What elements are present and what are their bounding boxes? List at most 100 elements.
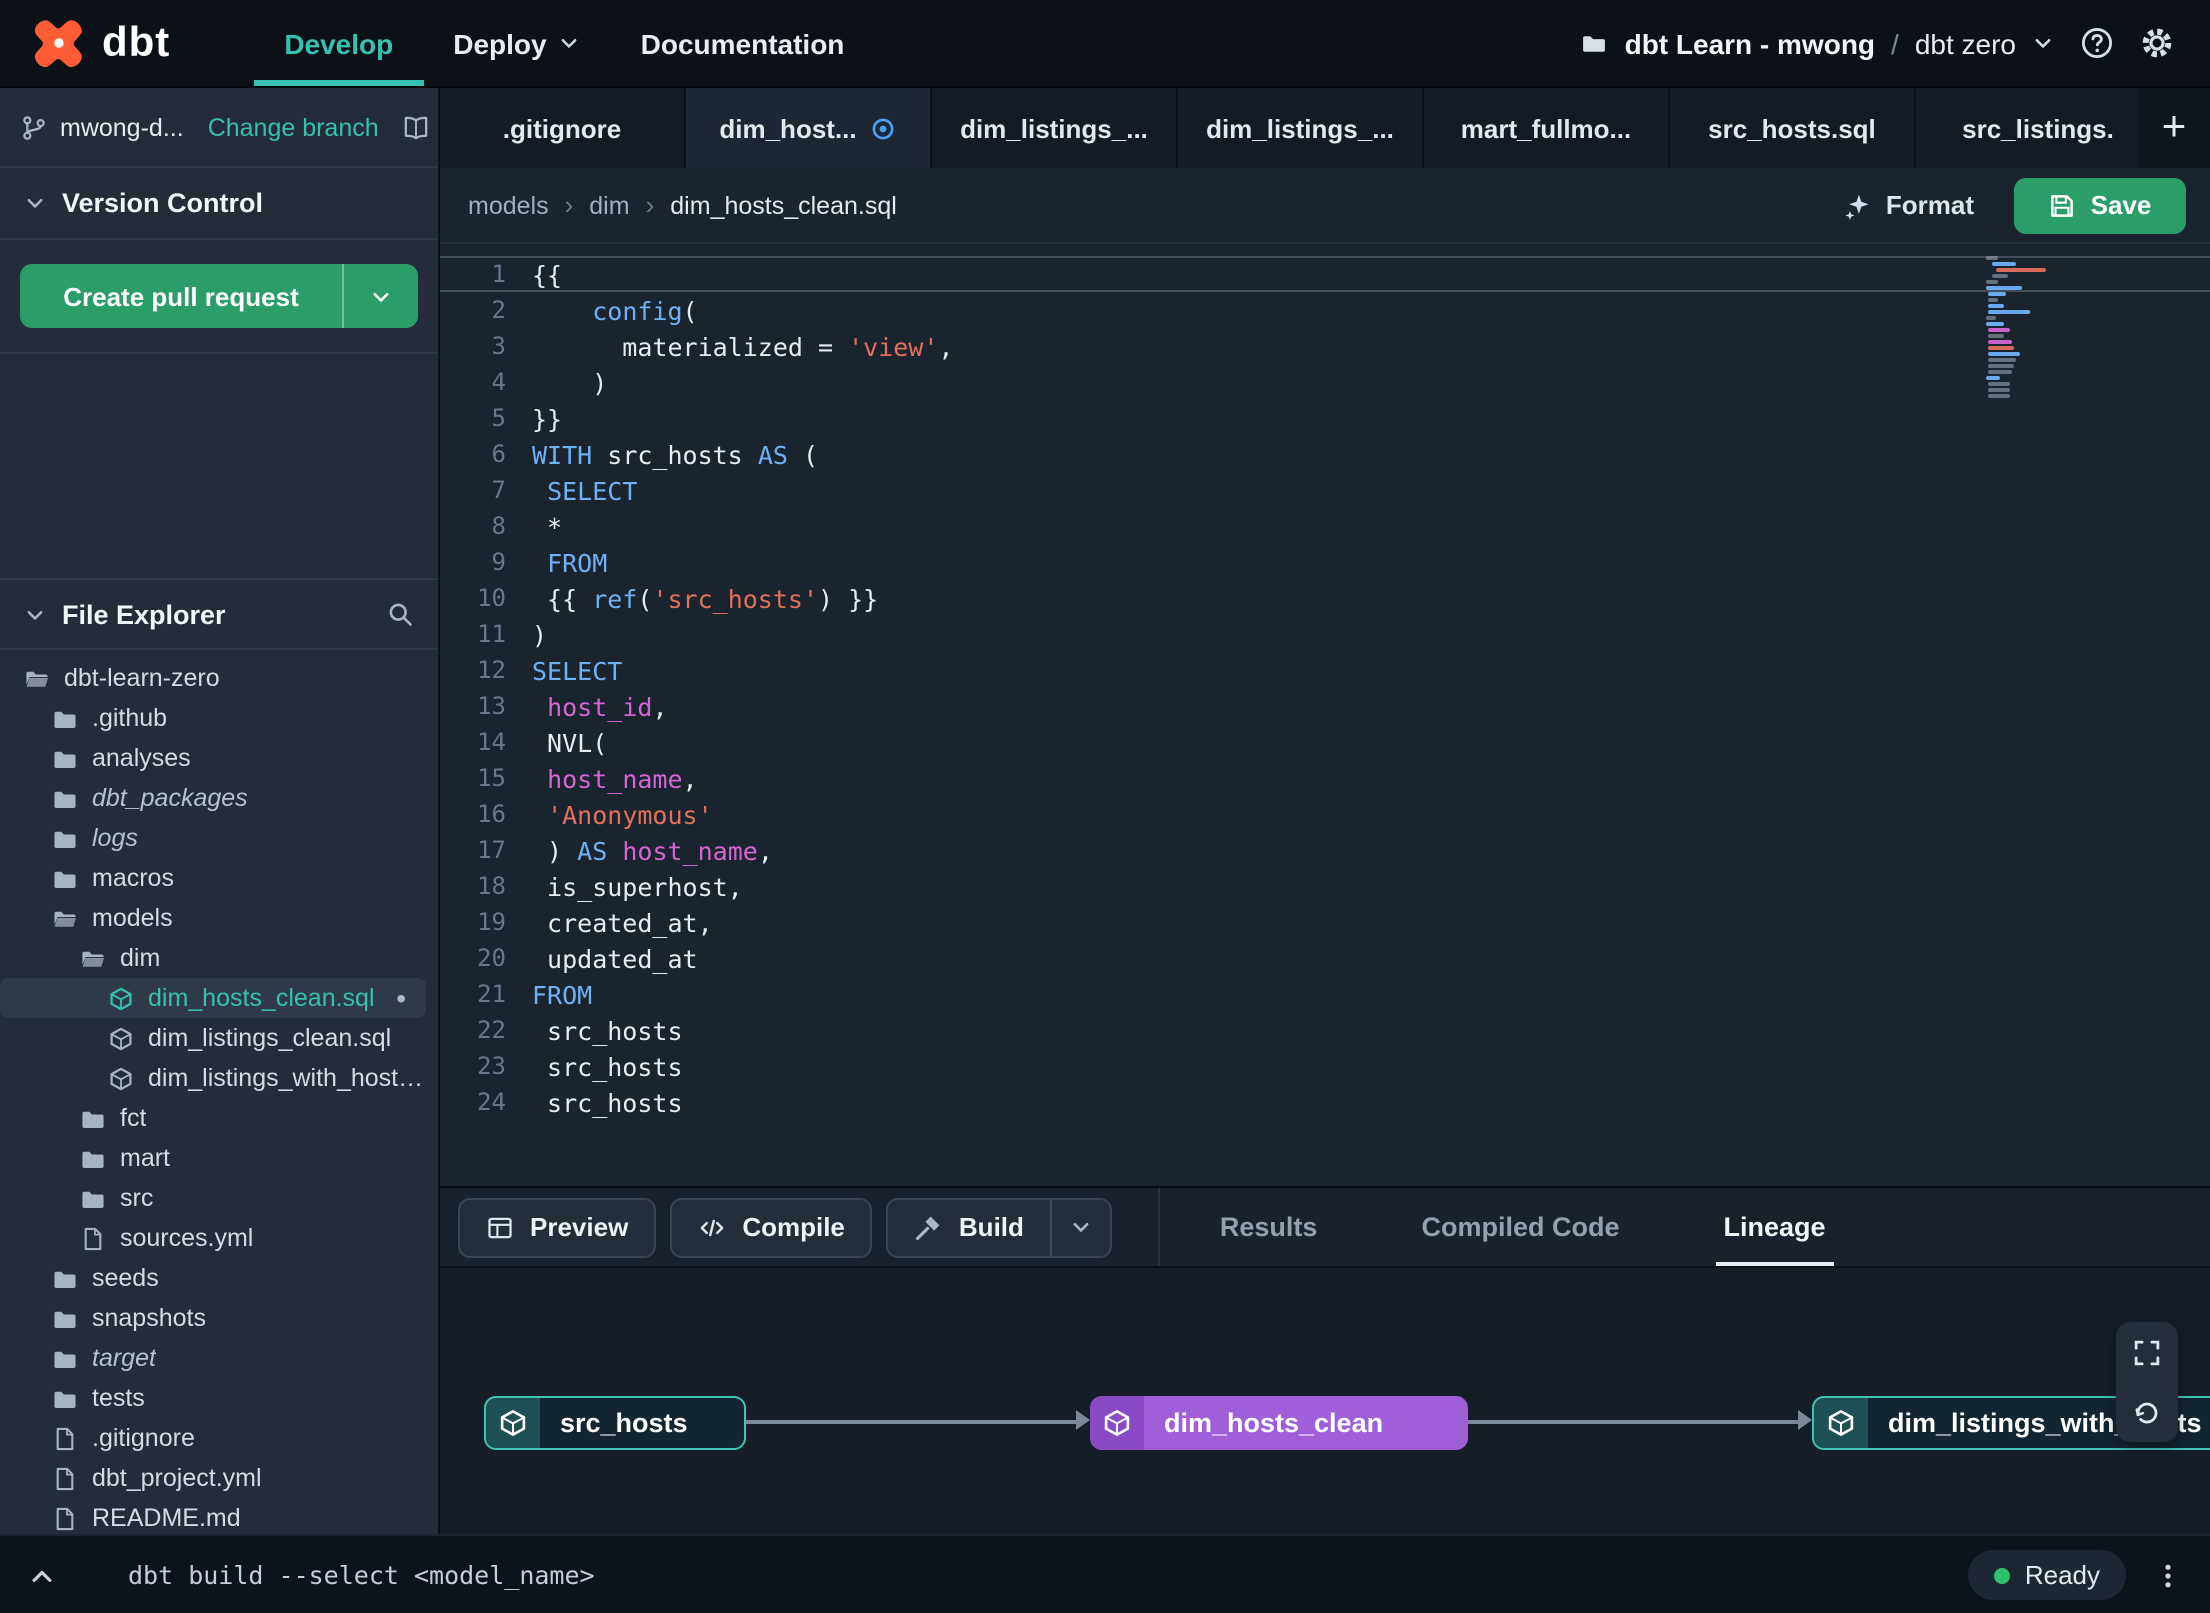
- gear-icon[interactable]: [2140, 26, 2174, 60]
- brand[interactable]: dbt: [0, 0, 202, 86]
- compile-button[interactable]: Compile: [670, 1197, 873, 1257]
- code-token: 'Anonymous': [547, 799, 713, 829]
- tree-item[interactable]: sources.yml: [0, 1218, 426, 1258]
- brand-name: dbt: [102, 19, 171, 65]
- change-branch-link[interactable]: Change branch: [208, 113, 379, 141]
- tree-item[interactable]: models: [0, 898, 426, 938]
- help-icon[interactable]: [2080, 26, 2114, 60]
- top-navbar: dbt Develop Deploy Documentation dbt Learn…: [0, 0, 2210, 88]
- tree-item[interactable]: macros: [0, 858, 426, 898]
- tree-item[interactable]: README.md: [0, 1498, 426, 1534]
- nav-item-documentation[interactable]: Documentation: [611, 0, 875, 86]
- editor-tab[interactable]: .gitignore: [440, 88, 686, 168]
- editor-tab-label: src_hosts.sql: [1708, 113, 1876, 143]
- history-icon[interactable]: [2116, 1382, 2178, 1442]
- line-number: 21: [477, 980, 506, 1008]
- add-tab-button[interactable]: +: [2138, 88, 2210, 168]
- main-column: .gitignore dim_host... dim_listings_... dim…: [440, 88, 2210, 1534]
- status-badge[interactable]: Ready: [1968, 1550, 2126, 1600]
- tree-item[interactable]: dbt-learn-zero: [0, 658, 426, 698]
- nav-item-develop[interactable]: Develop: [254, 0, 423, 86]
- tree-item[interactable]: fct: [0, 1098, 426, 1138]
- code-line-content: {{: [532, 259, 562, 289]
- build-caret[interactable]: [1049, 1199, 1110, 1255]
- search-icon[interactable]: [386, 600, 414, 628]
- lineage-canvas[interactable]: src_hosts dim_hosts_clean dim_listings_wit…: [440, 1266, 2210, 1534]
- fullscreen-icon[interactable]: [2116, 1322, 2178, 1382]
- tree-item[interactable]: dbt_project.yml: [0, 1458, 426, 1498]
- code-token: src_hosts: [592, 439, 758, 469]
- create-pr-caret[interactable]: [342, 264, 418, 328]
- tree-item[interactable]: target: [0, 1338, 426, 1378]
- tree-item[interactable]: seeds: [0, 1258, 426, 1298]
- editor-tab[interactable]: src_hosts.sql: [1670, 88, 1916, 168]
- editor-tab[interactable]: dim_listings_...: [1178, 88, 1424, 168]
- preview-button[interactable]: Preview: [458, 1197, 657, 1257]
- tree-item[interactable]: src: [0, 1178, 426, 1218]
- lineage-node[interactable]: src_hosts: [484, 1396, 746, 1450]
- create-pr-main[interactable]: Create pull request: [20, 264, 342, 328]
- tree-item[interactable]: mart: [0, 1138, 426, 1178]
- editor-tab[interactable]: dim_listings_...: [932, 88, 1178, 168]
- folder-icon: [52, 825, 78, 851]
- line-number: 9: [491, 548, 506, 576]
- editor-tab[interactable]: src_listings.: [1916, 88, 2162, 168]
- version-control-header[interactable]: Version Control: [0, 168, 438, 240]
- editor-tab[interactable]: mart_fullmo...: [1424, 88, 1670, 168]
- tree-item[interactable]: dim: [0, 938, 426, 978]
- tree-item[interactable]: logs: [0, 818, 426, 858]
- minimap-line: [1987, 340, 2013, 344]
- code-token: NVL(: [532, 727, 608, 757]
- code-line-content: src_hosts: [532, 1087, 683, 1117]
- tree-item[interactable]: tests: [0, 1378, 426, 1418]
- kebab-menu-icon[interactable]: [2154, 1561, 2182, 1589]
- code-line: 13 host_id,: [440, 688, 2210, 724]
- format-button[interactable]: Format: [1820, 177, 1998, 233]
- build-button[interactable]: Build: [889, 1199, 1050, 1255]
- code-token: src_hosts: [532, 1015, 683, 1045]
- file-explorer-header[interactable]: File Explorer: [0, 578, 438, 650]
- lineage-edge-arrow: [1076, 1410, 1090, 1430]
- tree-item-label: analyses: [92, 744, 191, 772]
- editor-tab-label: src_listings.: [1962, 113, 2114, 143]
- code-line: 18 is_superhost,: [440, 868, 2210, 904]
- tree-item[interactable]: dim_hosts_clean.sql •: [0, 978, 426, 1018]
- lineage-node[interactable]: dim_hosts_clean: [1090, 1396, 1468, 1450]
- code-token: SELECT: [532, 655, 623, 685]
- code-line: 12 SELECT: [440, 652, 2210, 688]
- code-token: host_name: [622, 835, 758, 865]
- chevron-up-icon[interactable]: [28, 1561, 56, 1589]
- code-token: (: [637, 583, 653, 613]
- branch-name: mwong-d...: [60, 113, 184, 141]
- command-input[interactable]: dbt build --select <model_name>: [128, 1560, 595, 1590]
- panel-tab-lineage[interactable]: Lineage: [1715, 1188, 1834, 1266]
- minimap-line: [1987, 394, 2011, 398]
- docs-book-icon[interactable]: [403, 113, 431, 141]
- tree-item-label: dbt-learn-zero: [64, 664, 220, 692]
- code-line: 15 host_name,: [440, 760, 2210, 796]
- save-button[interactable]: Save: [2014, 177, 2186, 233]
- version-control-title: Version Control: [62, 188, 264, 218]
- editor-tab[interactable]: dim_host...: [686, 88, 932, 168]
- nav-item-deploy[interactable]: Deploy: [423, 0, 610, 86]
- code-editor[interactable]: 1{{2 config(3 materialized = 'view', 4 ) 5…: [440, 244, 2210, 1186]
- code-token: *: [532, 511, 563, 541]
- status-bar: dbt build --select <model_name> Ready: [0, 1534, 2210, 1613]
- tree-item[interactable]: snapshots: [0, 1298, 426, 1338]
- code-line-content: *: [532, 511, 562, 541]
- tree-item[interactable]: .github: [0, 698, 426, 738]
- minimap[interactable]: [1986, 256, 2046, 400]
- code-line-content: config(: [532, 295, 697, 325]
- project-selector[interactable]: dbt Learn - mwong / dbt zero: [1581, 27, 2054, 59]
- tree-item[interactable]: .gitignore: [0, 1418, 426, 1458]
- editor-tab-label: dim_listings_...: [1206, 113, 1394, 143]
- sidebar: mwong-d... Change branch Version Control…: [0, 88, 440, 1534]
- folder-icon: [80, 1105, 106, 1131]
- panel-tab-compiled-code[interactable]: Compiled Code: [1413, 1188, 1627, 1266]
- tree-item[interactable]: dim_listings_with_hosts...: [0, 1058, 426, 1098]
- code-line: 4 ): [440, 364, 2210, 400]
- tree-item[interactable]: dim_listings_clean.sql: [0, 1018, 426, 1058]
- panel-tab-results[interactable]: Results: [1212, 1188, 1326, 1266]
- tree-item[interactable]: analyses: [0, 738, 426, 778]
- tree-item[interactable]: dbt_packages: [0, 778, 426, 818]
